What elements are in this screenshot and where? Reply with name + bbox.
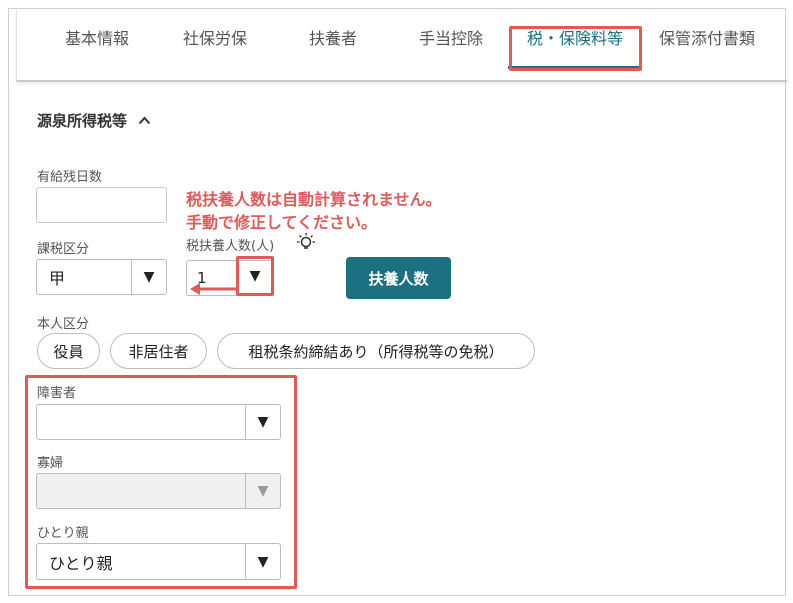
chip-non-resident[interactable]: 非居住者 [110, 333, 207, 369]
chip-officer[interactable]: 役員 [37, 333, 100, 369]
caret-down-icon: ▼ [245, 474, 280, 508]
caret-down-icon[interactable]: ▼ [245, 405, 280, 439]
tax-category-value: 甲 [49, 269, 66, 288]
self-category-label: 本人区分 [37, 317, 90, 332]
paid-leave-input[interactable] [36, 187, 167, 223]
disability-select[interactable]: ▼ [36, 404, 281, 440]
caret-down-icon[interactable]: ▼ [245, 544, 280, 579]
section-title: 源泉所得税等 [37, 112, 128, 130]
chip-tax-treaty[interactable]: 租税条約締結あり（所得税等の免税） [217, 333, 535, 369]
caret-down-icon[interactable]: ▼ [131, 260, 166, 294]
section-header[interactable]: 源泉所得税等 [37, 110, 151, 131]
tab-highlight-box [509, 26, 642, 71]
tab-allowances[interactable]: 手当控除 [416, 0, 486, 68]
paid-leave-label: 有給残日数 [37, 170, 103, 185]
caret-down-icon[interactable]: ▼ [236, 256, 274, 296]
annotation-line-2: 手動で修正してください。 [186, 213, 378, 232]
lightbulb-icon[interactable] [294, 232, 318, 256]
single-parent-select[interactable]: ひとり親 ▼ [36, 543, 281, 580]
widow-select: ▼ [36, 473, 281, 509]
dependents-label: 税扶養人数(人) [186, 239, 275, 254]
single-parent-value: ひとり親 [49, 553, 113, 573]
annotation-line-1: 税扶養人数は自動計算されません。 [186, 190, 442, 209]
tab-attached-documents[interactable]: 保管添付書類 [654, 0, 760, 68]
tab-dependents[interactable]: 扶養者 [306, 0, 360, 68]
widow-label: 寡婦 [37, 456, 64, 471]
tax-category-label: 課税区分 [37, 242, 90, 257]
dependents-count-button[interactable]: 扶養人数 [346, 257, 451, 299]
arrow-left-icon [190, 283, 237, 295]
disability-label: 障害者 [37, 386, 77, 401]
tab-social-insurance[interactable]: 社保労保 [180, 0, 250, 68]
tax-category-select[interactable]: 甲 ▼ [36, 259, 167, 295]
single-parent-label: ひとり親 [37, 526, 89, 541]
tab-basic-info[interactable]: 基本情報 [62, 0, 132, 68]
chevron-up-icon[interactable] [138, 114, 151, 130]
